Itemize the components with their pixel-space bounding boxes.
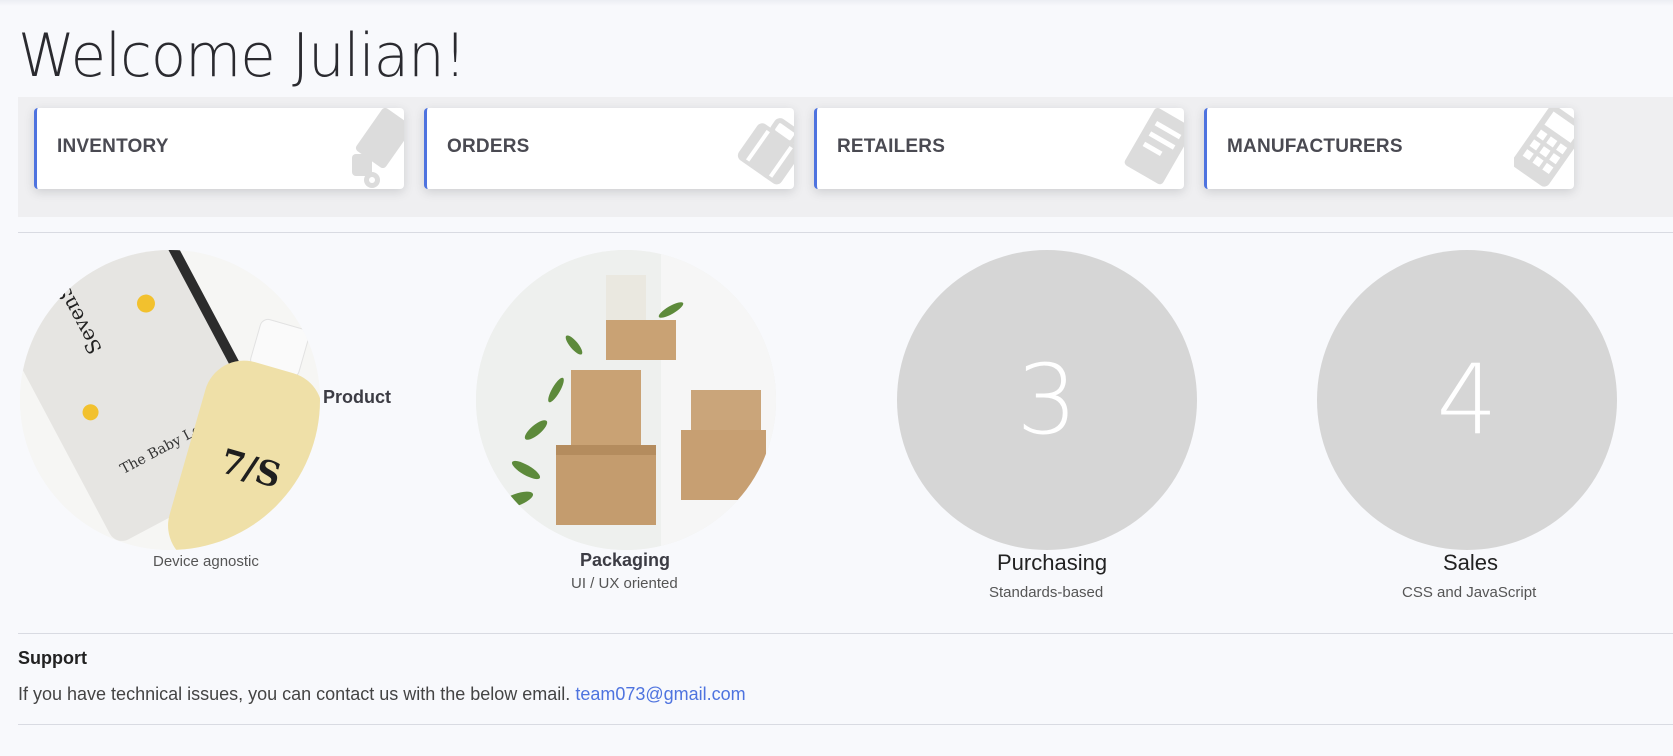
nav-cards: INVENTORY ORDERS RETAILERS MANUFACTURERS — [18, 97, 1673, 217]
support-email-link[interactable]: team073@gmail.com — [575, 684, 745, 704]
packaging-boxes-image — [476, 250, 776, 550]
section-divider — [18, 633, 1673, 634]
placeholder-circle: 4 — [1317, 250, 1617, 550]
orders-card[interactable]: ORDERS — [424, 108, 794, 189]
card-label: ORDERS — [447, 136, 530, 157]
truck-icon — [344, 108, 404, 189]
retailers-card[interactable]: RETAILERS — [814, 108, 1184, 189]
section-divider — [18, 232, 1673, 233]
topbar-shadow — [0, 0, 1673, 6]
card-label: MANUFACTURERS — [1227, 136, 1403, 157]
calculator-icon — [1512, 108, 1574, 189]
feature-title: Product — [323, 387, 392, 407]
page-title: Welcome Julian! — [18, 21, 467, 91]
inventory-card[interactable]: INVENTORY — [34, 108, 404, 189]
feature-number: 3 — [1016, 344, 1078, 456]
feature-title: Purchasing — [997, 550, 1108, 575]
manufacturers-card[interactable]: MANUFACTURERS — [1204, 108, 1574, 189]
feature-subtitle: CSS and JavaScript — [1402, 584, 1537, 601]
feature-subtitle: UI / UX oriented — [571, 575, 678, 592]
feature-number: 4 — [1436, 344, 1498, 456]
feature-title: Packaging — [580, 550, 671, 570]
support-title: Support — [18, 648, 87, 668]
receipt-icon — [1124, 108, 1184, 189]
product-bottles-image: SevenSundays The Baby Lotion 7/S — [20, 250, 320, 550]
feature-subtitle: Device agnostic — [153, 553, 259, 570]
card-label: INVENTORY — [57, 136, 169, 157]
support-message: If you have technical issues, you can co… — [18, 684, 571, 704]
footer-divider — [18, 724, 1673, 725]
luggage-icon — [734, 108, 794, 189]
feature-subtitle: Standards-based — [989, 584, 1104, 601]
feature-title: Sales — [1443, 550, 1499, 575]
card-label: RETAILERS — [837, 136, 946, 157]
placeholder-circle: 3 — [897, 250, 1197, 550]
support-text: If you have technical issues, you can co… — [18, 684, 746, 705]
